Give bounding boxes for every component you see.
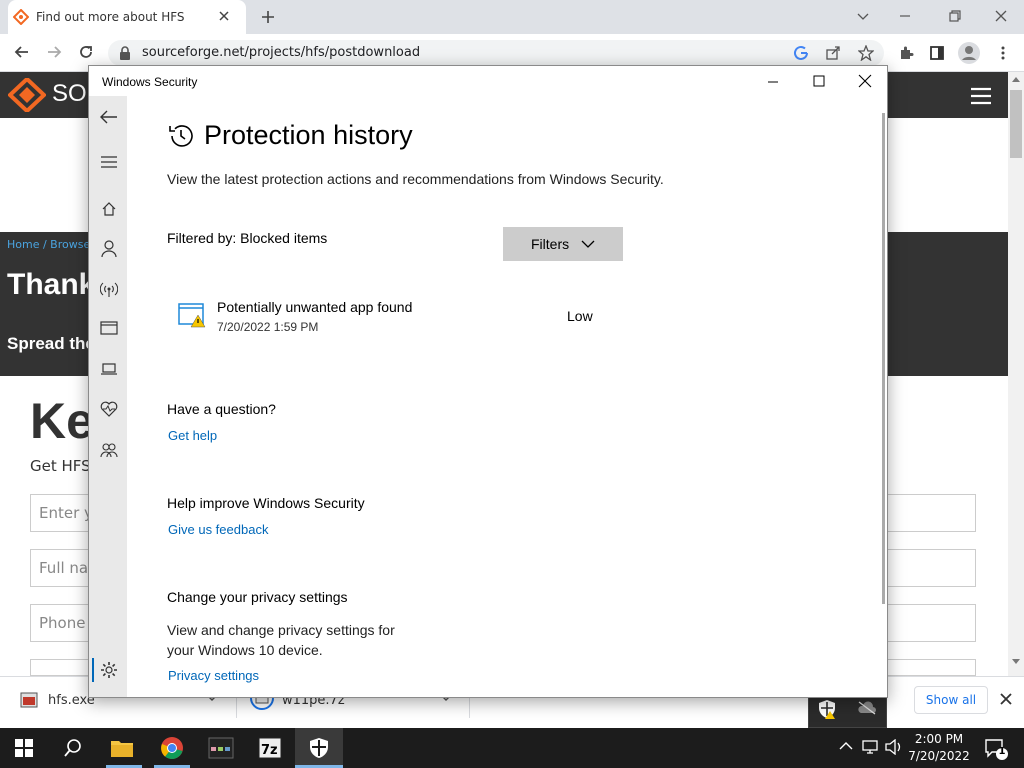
account-protection-icon[interactable]: [101, 240, 117, 258]
section-heading: Ke: [30, 393, 94, 449]
chrome-menu-icon[interactable]: [995, 45, 1011, 61]
profile-avatar-icon[interactable]: [958, 42, 980, 64]
site-logo-text[interactable]: SO: [52, 80, 87, 108]
settings-gear-icon[interactable]: [100, 661, 118, 679]
privacy-heading: Change your privacy settings: [167, 589, 348, 605]
chevron-down-icon: [581, 239, 595, 249]
tab-title: Find out more about HFS ~ HTTP: [36, 10, 186, 24]
tray-chevron-icon[interactable]: [839, 741, 853, 751]
side-panel-icon[interactable]: [929, 45, 945, 61]
scroll-up-icon[interactable]: [1011, 75, 1021, 83]
lock-icon[interactable]: [119, 46, 131, 60]
breadcrumb[interactable]: Home / Browse: [7, 238, 90, 251]
network-icon[interactable]: [862, 739, 880, 755]
defender-warning-icon[interactable]: [818, 699, 836, 719]
filter-status: Filtered by: Blocked items: [167, 230, 328, 246]
privacy-settings-link[interactable]: Privacy settings: [168, 668, 259, 683]
improve-heading: Help improve Windows Security: [167, 495, 365, 511]
new-tab-icon[interactable]: [260, 9, 276, 25]
scroll-down-icon[interactable]: [1011, 658, 1021, 666]
feedback-link[interactable]: Give us feedback: [168, 522, 268, 537]
field-placeholder: Full nar: [39, 559, 95, 577]
home-icon[interactable]: [101, 201, 117, 217]
firewall-network-icon[interactable]: [100, 281, 118, 297]
question-heading: Have a question?: [167, 401, 276, 417]
search-icon[interactable]: [63, 738, 83, 758]
scrollbar-thumb[interactable]: [1010, 90, 1022, 158]
content-scrollbar[interactable]: [882, 113, 885, 604]
window-title: Windows Security: [102, 75, 198, 89]
tab-close-icon[interactable]: [217, 9, 231, 23]
window-close-icon[interactable]: [858, 74, 872, 88]
exe-file-icon: [20, 691, 38, 709]
app-warning-icon: [178, 302, 206, 328]
field-placeholder: Enter y: [39, 504, 93, 522]
download-bar-close-icon[interactable]: [999, 692, 1013, 706]
family-options-icon[interactable]: [100, 442, 118, 458]
device-security-icon[interactable]: [100, 362, 118, 376]
selected-indicator: [92, 658, 94, 682]
window-minimize-icon[interactable]: [766, 75, 780, 89]
item-severity: Low: [567, 308, 593, 324]
forward-icon[interactable]: [45, 43, 63, 61]
bookmark-star-icon[interactable]: [858, 45, 874, 61]
windows-security-shield-icon[interactable]: [309, 737, 329, 759]
field-placeholder: Phone: [39, 614, 86, 632]
start-menu-app-icon[interactable]: [208, 737, 234, 759]
back-icon[interactable]: [13, 43, 31, 61]
show-all-button[interactable]: Show all: [914, 686, 988, 714]
browser-restore-icon[interactable]: [947, 8, 963, 24]
app-browser-control-icon[interactable]: [100, 321, 118, 335]
page-scrollbar[interactable]: [1008, 72, 1024, 676]
get-hfs-text: Get HFS: [30, 457, 91, 475]
google-icon[interactable]: [793, 45, 809, 61]
sourceforge-favicon-icon: [13, 9, 29, 25]
get-help-link[interactable]: Get help: [168, 428, 217, 443]
history-icon: [167, 122, 195, 150]
page-heading: Thank: [7, 268, 96, 301]
item-date: 7/20/2022 1:59 PM: [217, 320, 319, 334]
browser-minimize-icon[interactable]: [897, 8, 913, 24]
back-arrow-icon[interactable]: [99, 109, 119, 125]
extensions-icon[interactable]: [898, 45, 914, 61]
device-health-icon[interactable]: [100, 401, 118, 417]
spread-text: Spread the: [7, 334, 95, 353]
chrome-icon[interactable]: [160, 736, 184, 760]
windows-start-icon[interactable]: [15, 739, 33, 757]
url-text[interactable]: sourceforge.net/projects/hfs/postdownloa…: [142, 45, 420, 60]
onedrive-offline-icon[interactable]: [857, 701, 877, 715]
reload-icon[interactable]: [77, 43, 95, 61]
share-icon[interactable]: [825, 45, 841, 61]
hamburger-menu-icon[interactable]: [101, 155, 117, 169]
7zip-icon[interactable]: 7z: [258, 737, 282, 759]
clock-time[interactable]: 2:00 PM: [900, 732, 978, 746]
page-description: View the latest protection actions and r…: [167, 171, 664, 187]
browser-close-icon[interactable]: [993, 8, 1009, 24]
tab-search-icon[interactable]: [855, 8, 871, 24]
window-maximize-icon[interactable]: [812, 74, 826, 88]
svg-text:7z: 7z: [261, 743, 278, 758]
security-nav-rail: [89, 96, 127, 697]
item-title: Potentially unwanted app found: [217, 299, 413, 315]
filters-button[interactable]: Filters: [503, 227, 623, 261]
page-title: Protection history: [204, 120, 413, 150]
site-menu-icon[interactable]: [970, 87, 992, 105]
file-explorer-icon[interactable]: [110, 737, 134, 759]
notification-count: 1: [998, 746, 1006, 757]
clock-date[interactable]: 7/20/2022: [900, 749, 978, 763]
privacy-description: View and change privacy settings for you…: [167, 622, 395, 658]
sourceforge-logo-icon[interactable]: [8, 78, 46, 112]
filters-label: Filters: [531, 236, 570, 252]
